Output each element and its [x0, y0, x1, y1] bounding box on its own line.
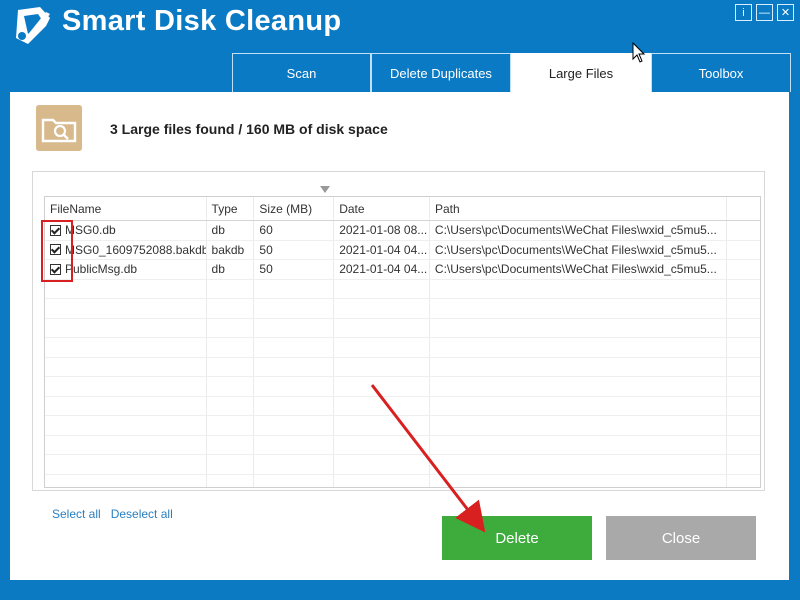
mouse-cursor-icon — [632, 42, 646, 63]
red-arrow-annotation-icon — [370, 384, 486, 533]
